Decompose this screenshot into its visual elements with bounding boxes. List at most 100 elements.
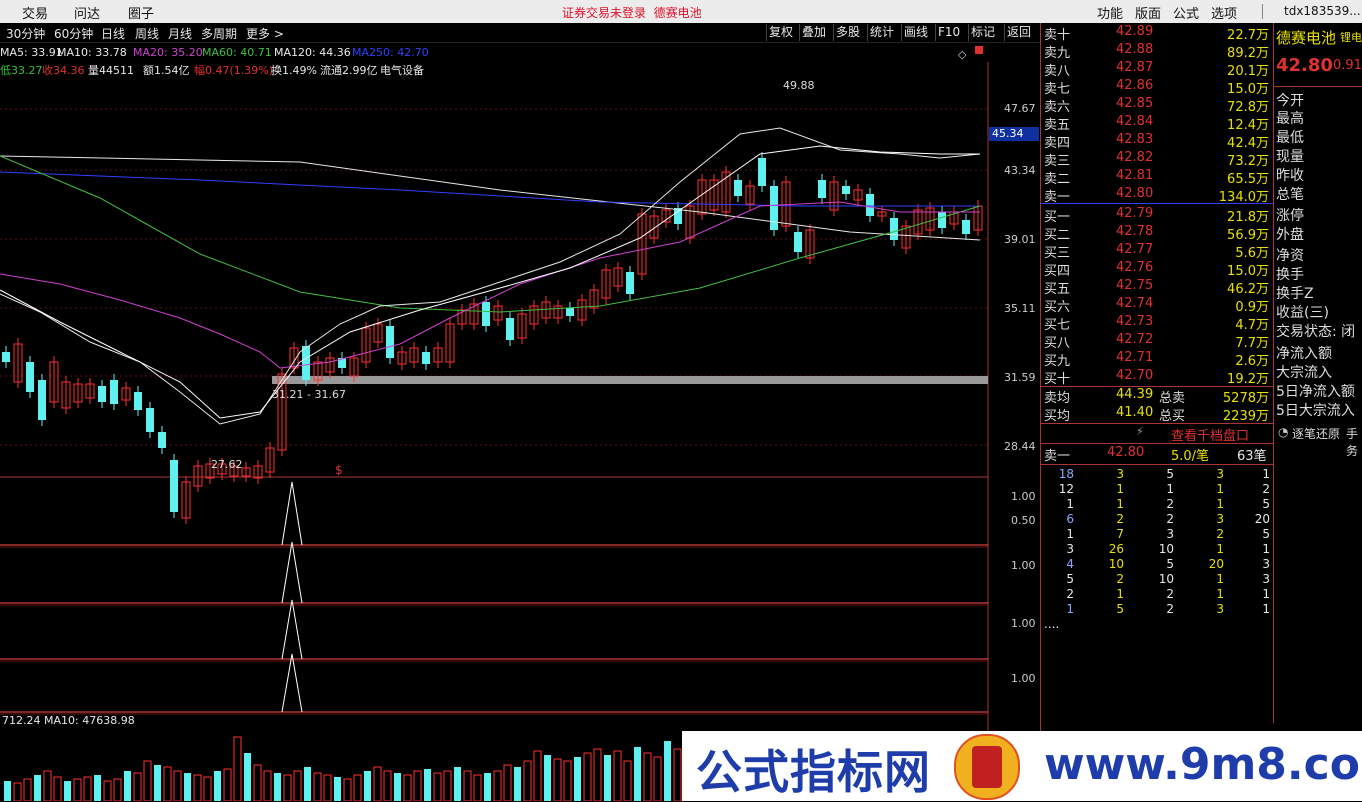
volume-bar	[113, 778, 122, 801]
bid-row[interactable]: 买一 42.79 21.8万	[1041, 206, 1273, 225]
buy-avg-row: 买均 41.40 总买 2239万	[1044, 405, 1269, 424]
price-axis-label: 39.01	[1004, 233, 1036, 246]
volume-bar	[274, 773, 281, 801]
bid-row[interactable]: 买十 42.70 19.2万	[1041, 368, 1273, 387]
ask-row[interactable]: 卖八 42.87 20.1万	[1041, 60, 1273, 79]
bid-row[interactable]: 买二 42.78 56.9万	[1041, 224, 1273, 243]
sell-avg-row: 卖均 44.39 总卖 5278万	[1044, 387, 1269, 406]
panel-field-label: 最高	[1276, 111, 1304, 127]
tick-row: 21211	[1066, 587, 1270, 601]
bid-row[interactable]: 买六 42.74 0.9万	[1041, 296, 1273, 315]
volume-bar	[263, 770, 272, 801]
volume-bar	[13, 782, 22, 801]
period-month[interactable]: 月线	[168, 25, 192, 42]
volume-bar	[653, 756, 662, 801]
volume-bar	[233, 736, 242, 801]
panel-field-label: 换手Z	[1276, 286, 1314, 302]
tick-row: 17325	[1066, 527, 1270, 541]
btn-mark[interactable]: 标记	[968, 24, 997, 41]
period-day[interactable]: 日线	[101, 25, 125, 42]
ma-label: MA5: 33.91	[0, 46, 63, 59]
volume-bar	[643, 752, 652, 801]
menu-trade[interactable]: 交易	[22, 3, 48, 22]
replay-icon[interactable]: ◔	[1278, 425, 1288, 439]
menu-function[interactable]: 功能	[1097, 3, 1123, 22]
ma60-line	[0, 155, 981, 313]
menu-options[interactable]: 选项	[1211, 3, 1237, 22]
user-account[interactable]: tdx183539...	[1284, 4, 1361, 18]
volume-bar	[583, 752, 592, 801]
period-more[interactable]: 更多 >	[246, 25, 284, 42]
period-toolbar: 30分钟 60分钟 日线 周线 月线 多周期 更多 > 复权 叠加 多股 统计 …	[0, 23, 1040, 43]
menu-formula[interactable]: 公式	[1173, 3, 1199, 22]
view-ten-levels-button[interactable]: 查看千档盘口	[1171, 425, 1249, 444]
ask-row[interactable]: 卖六 42.85 72.8万	[1041, 96, 1273, 115]
indicator-spike	[281, 599, 303, 660]
btn-overlay[interactable]: 叠加	[799, 24, 828, 41]
close-icon[interactable]	[975, 46, 983, 54]
volume-bar	[133, 772, 142, 801]
price-axis-label: 43.34	[1004, 164, 1036, 177]
bid-row[interactable]: 买三 42.77 5.6万	[1041, 242, 1273, 261]
ask-row[interactable]: 卖三 42.82 73.2万	[1041, 150, 1273, 169]
volume-bar	[454, 767, 461, 801]
ind4-axis: 1.00	[1011, 672, 1036, 685]
btn-f10[interactable]: F10	[935, 24, 962, 41]
replay-button[interactable]: 逐笔还原	[1292, 425, 1340, 442]
btn-adjust[interactable]: 复权	[766, 24, 795, 41]
diamond-icon[interactable]: ◇	[958, 48, 966, 61]
btn-draw[interactable]: 画线	[901, 24, 930, 41]
tick-row: 15231	[1066, 602, 1270, 616]
volume-bar	[43, 770, 52, 801]
volume-bar	[244, 753, 251, 801]
current-price-tag: 45.34	[989, 127, 1039, 141]
lightning-icon[interactable]: ⚡	[1136, 425, 1144, 438]
menu-wenda[interactable]: 问达	[74, 3, 100, 22]
ask-row[interactable]: 卖七 42.86 15.0万	[1041, 78, 1273, 97]
volume-bar	[394, 773, 401, 801]
volume-bar	[613, 750, 622, 801]
bid-row[interactable]: 买九 42.71 2.6万	[1041, 350, 1273, 369]
period-multi[interactable]: 多周期	[201, 25, 237, 42]
volume-bar	[34, 775, 41, 801]
menu-circle[interactable]: 圈子	[128, 3, 154, 22]
volume-bar	[364, 771, 371, 801]
bid-row[interactable]: 买四 42.76 15.0万	[1041, 260, 1273, 279]
sell1-detail-row: 卖一 42.80 5.0/笔 63笔	[1044, 445, 1267, 464]
panel-change: 0.91	[1333, 58, 1362, 73]
annotation-low: 27.62	[211, 458, 243, 471]
period-30min[interactable]: 30分钟	[6, 25, 45, 42]
period-week[interactable]: 周线	[135, 25, 159, 42]
ask-row[interactable]: 卖九 42.88 89.2万	[1041, 42, 1273, 61]
ma-label: MA60: 40.71	[202, 46, 272, 59]
volume-bar	[493, 770, 502, 801]
manual-button[interactable]: 手务	[1346, 425, 1362, 459]
volume-bar	[4, 781, 11, 801]
bid-row[interactable]: 买五 42.75 46.2万	[1041, 278, 1273, 297]
volume-bar	[574, 757, 581, 801]
ask-row[interactable]: 卖二 42.81 65.5万	[1041, 168, 1273, 187]
volume-bar	[203, 776, 212, 801]
bid-row[interactable]: 买八 42.72 7.7万	[1041, 332, 1273, 351]
panel-field-label: 现量	[1276, 149, 1304, 165]
ask-row[interactable]: 卖一 42.80 134.0万	[1041, 186, 1273, 205]
panel-field-label: 总笔	[1276, 187, 1304, 203]
ask-row[interactable]: 卖四 42.83 42.4万	[1041, 132, 1273, 151]
btn-back[interactable]: 返回	[1004, 24, 1033, 41]
ma120-line	[0, 155, 981, 241]
volume-bar	[523, 760, 532, 801]
ask-row[interactable]: 卖十 42.89 22.7万	[1041, 24, 1273, 43]
login-status[interactable]: 证券交易未登录 德赛电池	[562, 4, 702, 21]
price-axis-label: 35.11	[1004, 302, 1036, 315]
ask-row[interactable]: 卖五 42.84 12.4万	[1041, 114, 1273, 133]
menu-layout[interactable]: 版面	[1135, 3, 1161, 22]
kline-chart[interactable]	[0, 62, 1040, 801]
period-60min[interactable]: 60分钟	[54, 25, 93, 42]
tick-row: 11215	[1066, 497, 1270, 511]
btn-multi-stock[interactable]: 多股	[833, 24, 862, 41]
annotation-high: 49.88	[783, 79, 815, 92]
panel-field-label: 大宗流入	[1276, 365, 1332, 381]
divider	[1041, 443, 1273, 444]
bid-row[interactable]: 买七 42.73 4.7万	[1041, 314, 1273, 333]
btn-stats[interactable]: 统计	[867, 24, 896, 41]
